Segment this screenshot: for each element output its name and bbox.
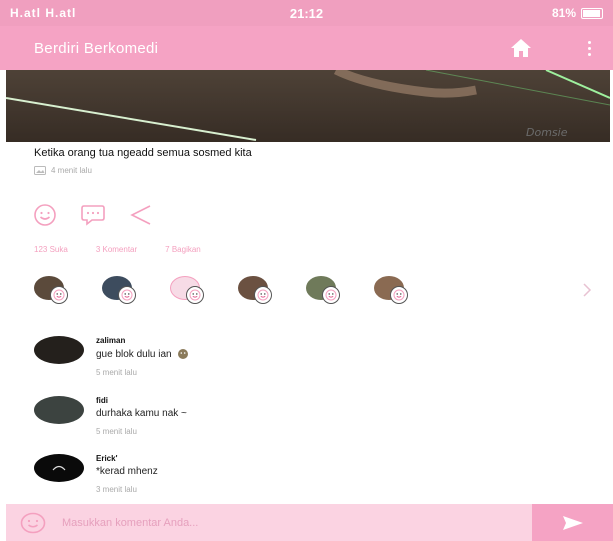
comment-time: 3 menit lalu [96,485,137,494]
battery-percent: 81% [551,6,577,20]
reactor-avatar[interactable] [170,274,204,306]
comment-item: fidi durhaka kamu nak ~ 5 menit lalu [34,396,187,436]
emoji-button[interactable] [20,512,46,534]
reactor-avatar[interactable] [306,274,340,306]
comment-button[interactable] [80,202,106,228]
post-stats: 123 Suka 3 Komentar 7 Bagikan [34,245,201,254]
share-button[interactable] [128,202,154,228]
svg-text:Domsie: Domsie [526,126,568,139]
comment-composer [6,504,532,541]
reactor-avatar[interactable] [34,274,68,306]
likes-count[interactable]: 123 Suka [34,245,68,254]
smile-badge-icon [50,286,68,304]
comment-item: Erick' *kerad mhenz 3 menit lalu [34,454,158,494]
comment-input[interactable] [62,516,462,529]
comment-text: durhaka kamu nak ~ [96,408,187,419]
more-options-button[interactable] [579,30,599,66]
emoji-icon [177,349,188,359]
smile-icon [20,512,46,533]
comment-item: zaliman gue blok dulu ian 5 menit lalu [34,336,189,377]
comment-text: gue blok dulu ian [96,348,172,360]
status-bar: H.atl H.atl 21:12 81% [0,0,613,26]
avatar-logo-icon [52,465,66,471]
post-time-row: 4 menit lalu [34,166,92,175]
app-bar: Berdiri Berkomedi [0,26,613,70]
comment-author[interactable]: fidi [96,396,187,406]
chevron-right-icon[interactable] [580,282,594,298]
send-icon [562,515,583,530]
smile-badge-icon [390,286,408,304]
reactor-avatar[interactable] [374,274,408,306]
avatar[interactable] [34,396,84,424]
smile-badge-icon [254,286,272,304]
reactor-avatar[interactable] [102,274,136,306]
shares-count[interactable]: 7 Bagikan [165,245,201,254]
comment-time: 5 menit lalu [96,368,137,377]
comment-author[interactable]: Erick' [96,454,158,464]
comment-time: 5 menit lalu [96,427,137,436]
comment-text: *kerad mhenz [96,466,158,477]
comment-icon [81,205,105,226]
home-icon [511,39,531,57]
smile-badge-icon [322,286,340,304]
smile-badge-icon [186,286,204,304]
battery-icon [581,7,604,19]
avatar[interactable] [34,454,84,482]
reactors-row [34,274,594,306]
app-title: Berdiri Berkomedi [34,39,159,57]
post-time: 4 menit lalu [51,166,92,175]
home-button[interactable] [503,30,539,66]
status-time: 21:12 [289,5,324,21]
image-icon [34,166,46,175]
comments-count[interactable]: 3 Komentar [96,245,137,254]
post-image[interactable]: Domsie [6,70,610,142]
smile-badge-icon [118,286,136,304]
avatar[interactable] [34,336,84,364]
post-title: Ketika orang tua ngeadd semua sosmed kit… [34,147,252,159]
signal-indicator: H.atl H.atl [10,6,77,20]
like-button[interactable] [32,202,58,228]
post-actions [32,202,154,228]
post-photo: Domsie [6,70,610,142]
send-button[interactable] [532,504,613,541]
reactor-avatar[interactable] [238,274,272,306]
share-icon [130,205,151,225]
comment-author[interactable]: zaliman [96,336,189,346]
smile-icon [34,204,56,226]
